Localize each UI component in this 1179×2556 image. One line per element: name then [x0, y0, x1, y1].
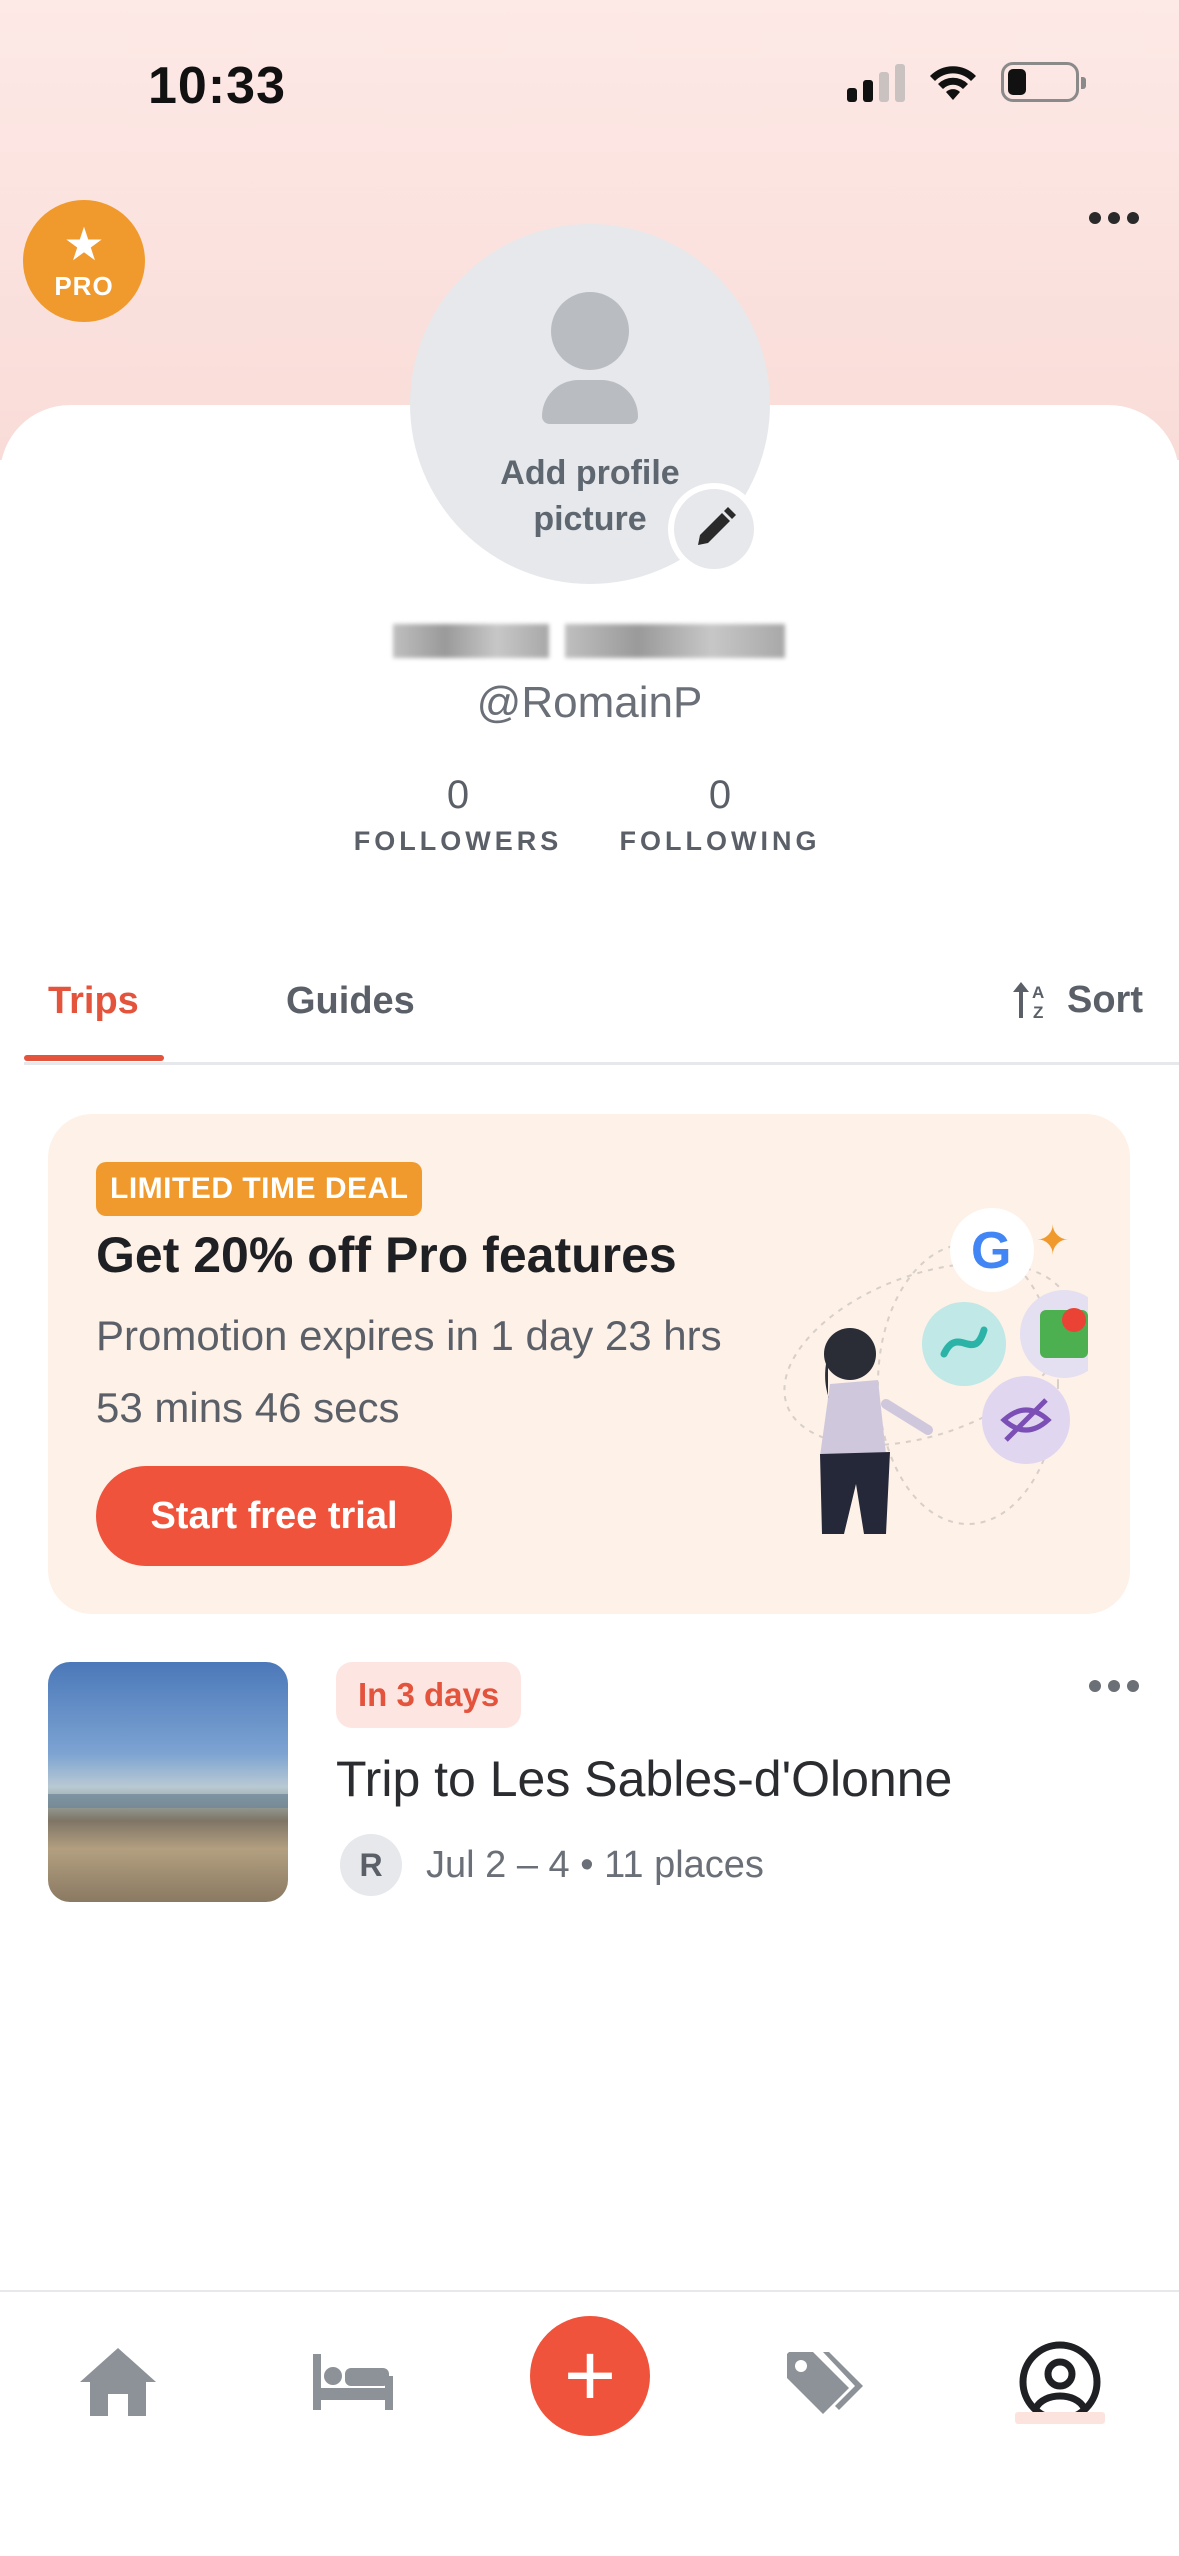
wifi-icon — [930, 66, 976, 100]
followers-stat[interactable]: 0 FOLLOWERS — [338, 773, 578, 857]
followers-label: FOLLOWERS — [353, 826, 563, 856]
status-time: 10:33 — [148, 57, 286, 115]
promo-title: Get 20% off Pro features — [96, 1227, 677, 1283]
following-label: FOLLOWING — [619, 826, 821, 856]
person-icon-body — [542, 380, 638, 424]
promo-card: LIMITED TIME DEAL Get 20% off Pro featur… — [48, 1114, 1130, 1614]
home-icon[interactable] — [58, 2322, 178, 2442]
promo-description: Promotion expires in 1 day 23 hrs 53 min… — [96, 1312, 722, 1431]
trip-meta: R Jul 2 – 4 • 11 places — [340, 1834, 764, 1896]
active-tab-indicator — [24, 1055, 164, 1061]
trip-cover-image[interactable] — [48, 1662, 288, 1902]
promo-badge: LIMITED TIME DEAL — [96, 1162, 423, 1216]
edit-profile-picture-button[interactable] — [668, 483, 760, 575]
svg-text:✦: ✦ — [1036, 1218, 1070, 1264]
add-trip-button[interactable]: + — [530, 2316, 650, 2436]
collaborator-avatar: R — [340, 1834, 402, 1896]
trip-title[interactable]: Trip to Les Sables-d'Olonne — [336, 1750, 952, 1808]
sort-button[interactable]: A Z Sort — [1011, 978, 1143, 1022]
svg-text:A: A — [1032, 983, 1044, 1002]
pro-badge-button[interactable]: ★ PRO — [23, 200, 145, 322]
bed-icon[interactable] — [293, 2322, 413, 2442]
star-icon: ★ — [63, 217, 105, 270]
start-free-trial-button[interactable]: Start free trial — [96, 1466, 452, 1566]
tabs-divider — [24, 1062, 1179, 1065]
followers-count: 0 — [446, 773, 470, 817]
tab-guides[interactable]: Guides — [286, 980, 415, 1023]
trip-more-options-icon[interactable] — [1089, 1680, 1139, 1692]
sort-icon: A Z — [1013, 982, 1044, 1022]
pencil-icon — [698, 507, 736, 545]
username-handle: @RomainP — [476, 678, 703, 727]
trip-countdown-badge: In 3 days — [336, 1662, 522, 1728]
name-redacted — [393, 624, 549, 658]
tab-trips[interactable]: Trips — [48, 980, 139, 1023]
svg-text:G: G — [971, 1222, 1011, 1280]
promo-illustration: G ✦ — [783, 1208, 1088, 1534]
cellular-signal-icon — [847, 62, 905, 102]
following-count: 0 — [708, 773, 732, 817]
sort-label: Sort — [1067, 978, 1143, 1021]
more-options-icon[interactable] — [1089, 212, 1139, 224]
trip-dates-places: Jul 2 – 4 • 11 places — [426, 1843, 764, 1886]
person-icon — [551, 292, 629, 370]
pro-label: PRO — [54, 270, 114, 301]
following-stat[interactable]: 0 FOLLOWING — [600, 773, 840, 857]
svg-text:Z: Z — [1033, 1003, 1043, 1022]
profile-icon[interactable] — [1000, 2322, 1120, 2442]
tags-icon[interactable] — [765, 2322, 885, 2442]
battery-icon — [1001, 62, 1086, 102]
surname-redacted — [565, 624, 785, 658]
bottom-nav: + — [0, 2290, 1179, 2556]
active-nav-indicator — [1015, 2412, 1105, 2424]
status-icons — [847, 62, 1086, 102]
